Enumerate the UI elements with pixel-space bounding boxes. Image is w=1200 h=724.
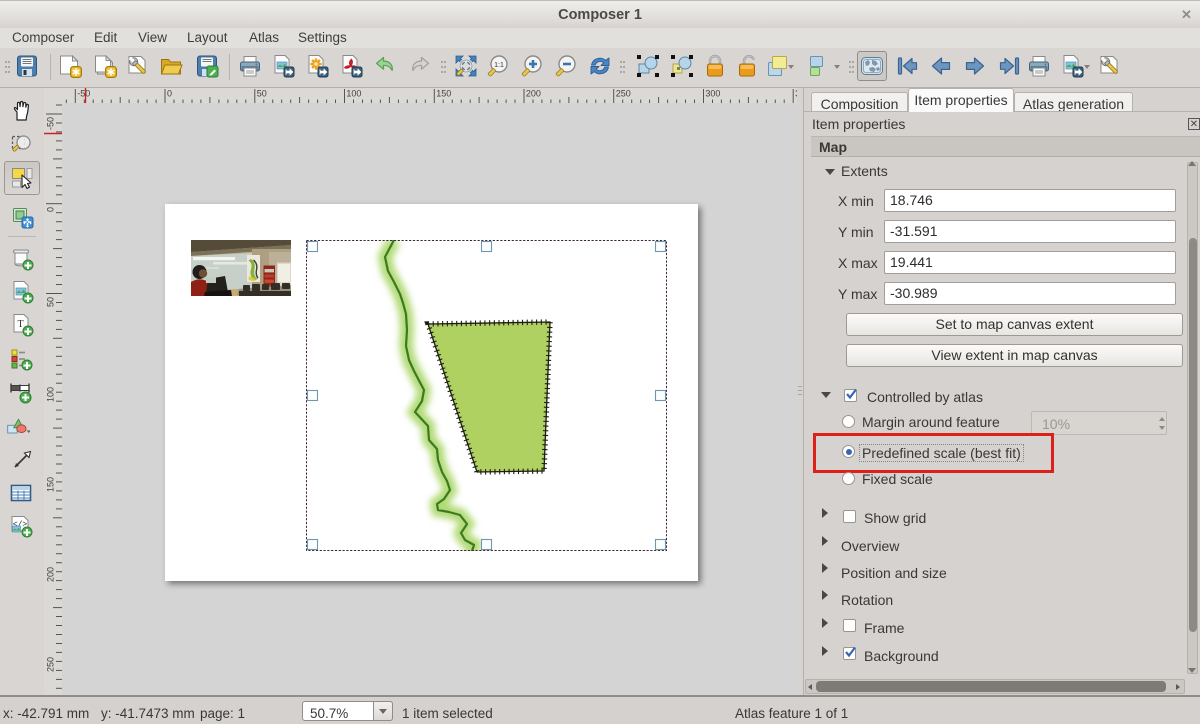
- svg-text:-50: -50: [77, 89, 90, 99]
- svg-text:-50: -50: [46, 117, 56, 130]
- svg-text:50: 50: [46, 297, 56, 307]
- svg-text:200: 200: [46, 567, 56, 582]
- svg-text:250: 250: [46, 657, 56, 672]
- svg-text:0: 0: [167, 89, 172, 99]
- svg-text:150: 150: [436, 89, 451, 99]
- svg-text:100: 100: [46, 387, 56, 402]
- svg-text:300: 300: [705, 89, 720, 99]
- svg-text:50: 50: [257, 89, 267, 99]
- svg-text:T: T: [17, 319, 23, 330]
- svg-text:1:1: 1:1: [494, 62, 504, 69]
- svg-text:0: 0: [46, 207, 56, 212]
- svg-text:200: 200: [526, 89, 541, 99]
- svg-text:150: 150: [46, 477, 56, 492]
- svg-text:250: 250: [616, 89, 631, 99]
- svg-text:100: 100: [346, 89, 361, 99]
